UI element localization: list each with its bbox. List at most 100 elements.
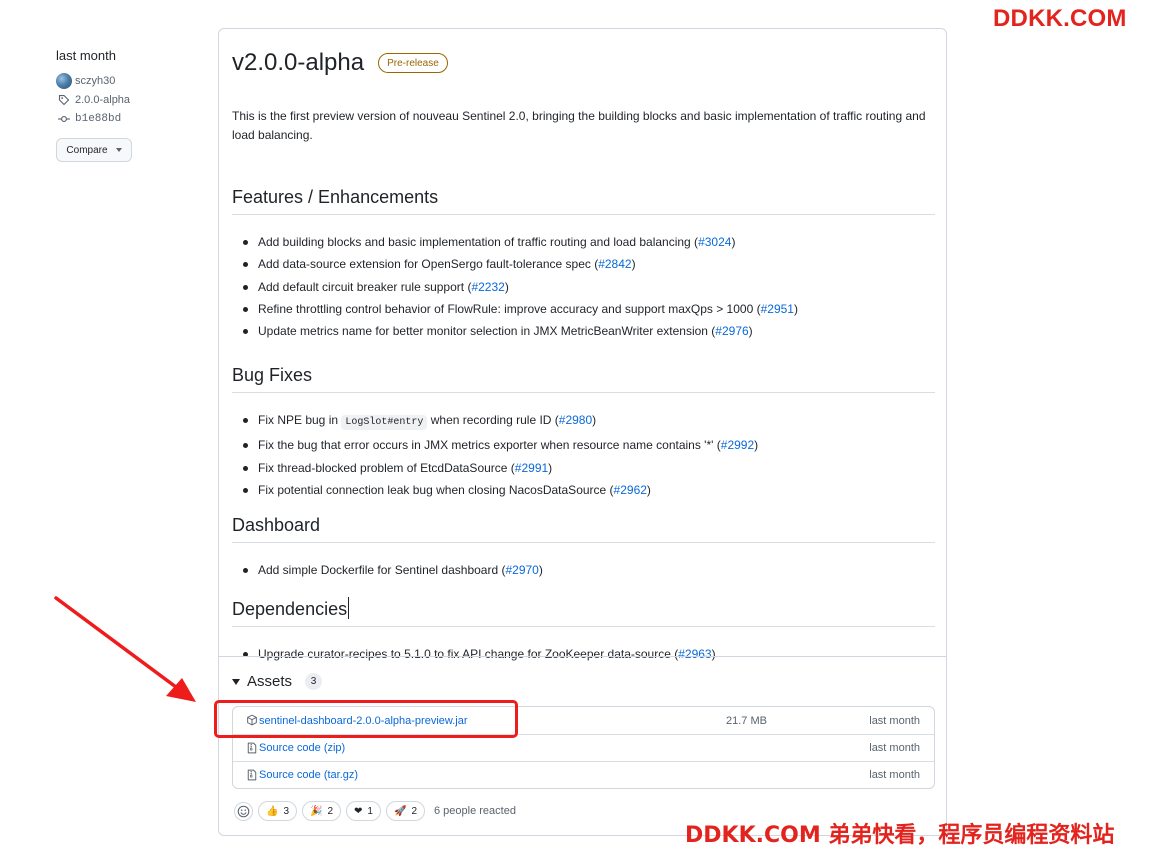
asset-link[interactable]: Source code (zip)	[259, 742, 345, 754]
release-section: Features / Enhancements Add building bloc…	[232, 187, 935, 342]
list-item: Fix thread-blocked problem of EtcdDataSo…	[232, 457, 935, 479]
item-text-tail: )	[646, 482, 651, 497]
item-text: Fix potential connection leak bug when c…	[258, 482, 614, 497]
list-item: Add default circuit breaker rule support…	[232, 276, 935, 298]
list-item: Add building blocks and basic implementa…	[232, 231, 935, 253]
item-text: Fix NPE bug in	[258, 413, 342, 427]
commit-icon	[56, 111, 72, 127]
asset-link[interactable]: Source code (tar.gz)	[259, 769, 358, 781]
file-zip-icon	[247, 742, 257, 754]
asset-date: last month	[869, 769, 920, 781]
rocket-icon: 🚀	[393, 805, 407, 817]
asset-date: last month	[869, 742, 920, 754]
item-text-tail: )	[793, 301, 798, 316]
issue-link[interactable]: #2962	[614, 483, 647, 497]
author-name[interactable]: sczyh30	[75, 75, 115, 87]
asset-row[interactable]: Source code (tar.gz) last month	[233, 761, 934, 788]
triangle-down-icon	[232, 678, 240, 685]
item-text: Add building blocks and basic implementa…	[258, 235, 699, 249]
item-text: Add simple Dockerfile for Sentinel dashb…	[258, 563, 506, 577]
compare-label: Compare	[66, 144, 108, 156]
issue-link[interactable]: #2980	[559, 413, 592, 427]
add-reaction-button[interactable]	[234, 801, 253, 821]
item-text-tail: )	[711, 647, 716, 661]
release-intro: This is the first preview version of nou…	[232, 109, 926, 142]
issue-link[interactable]: #2232	[471, 280, 504, 294]
reactions-bar: 👍 3 🎉 2 ❤ 1 🚀 2 6 people reacted	[234, 801, 516, 821]
reaction-count: 1	[367, 805, 373, 817]
issue-link[interactable]: #2951	[761, 302, 794, 316]
release-notes: This is the first preview version of nou…	[232, 107, 935, 661]
heart-icon: ❤	[354, 805, 363, 817]
issue-link[interactable]: #2970	[505, 563, 538, 577]
avatar[interactable]	[56, 72, 72, 89]
list-item: Add simple Dockerfile for Sentinel dashb…	[232, 559, 935, 581]
release-section: Dashboard Add simple Dockerfile for Senti…	[232, 515, 935, 581]
commit-row[interactable]: b1e88bd	[56, 109, 206, 128]
item-text: when recording rule ID (	[427, 413, 559, 427]
item-text: Add default circuit breaker rule support…	[258, 279, 472, 294]
assets-toggle[interactable]: Assets 3	[232, 673, 323, 690]
issue-link[interactable]: #3024	[698, 235, 731, 249]
tag-name[interactable]: 2.0.0-alpha	[75, 94, 130, 106]
assets-count-badge: 3	[305, 673, 323, 690]
asset-format[interactable]: (tar.gz)	[321, 769, 358, 781]
asset-name[interactable]: Source code	[259, 742, 321, 754]
pre-release-badge: Pre-release	[378, 53, 448, 73]
release-header: v2.0.0-alpha Pre-release	[232, 49, 448, 77]
asset-row[interactable]: Source code (zip) last month	[233, 734, 934, 761]
item-text-tail: )	[754, 438, 759, 453]
list-item: Add data-source extension for OpenSergo …	[232, 253, 935, 275]
item-text: Fix thread-blocked problem of EtcdDataSo…	[258, 460, 515, 475]
issue-link[interactable]: #2991	[515, 461, 548, 475]
item-text: Fix the bug that error occurs in JMX met…	[258, 438, 721, 453]
asset-format[interactable]: (zip)	[321, 742, 345, 754]
smiley-icon	[237, 805, 250, 817]
tag-row[interactable]: 2.0.0-alpha	[56, 90, 206, 109]
release-date: last month	[56, 48, 116, 63]
issue-link[interactable]: #2976	[715, 324, 748, 338]
list-item: Fix potential connection leak bug when c…	[232, 479, 935, 501]
reaction-button[interactable]: 👍 3	[258, 801, 298, 821]
release-section: Bug Fixes Fix NPE bug in LogSlot#entry wh…	[232, 365, 935, 501]
issue-link[interactable]: #2963	[678, 647, 711, 661]
item-text-tail: )	[548, 460, 553, 475]
compare-button[interactable]: Compare	[56, 138, 132, 162]
item-text: Refine throttling control behavior of Fl…	[258, 301, 761, 316]
issue-link[interactable]: #2842	[598, 257, 631, 271]
list-item: Refine throttling control behavior of Fl…	[232, 298, 935, 320]
issue-link[interactable]: #2992	[721, 438, 754, 452]
item-text-tail: )	[504, 279, 509, 294]
commit-sha[interactable]: b1e88bd	[75, 113, 121, 125]
section-heading: Bug Fixes	[232, 365, 935, 393]
assets-title: Assets	[247, 673, 293, 690]
reaction-button[interactable]: 🎉 2	[302, 801, 342, 821]
thumbs-up-icon: 👍	[266, 805, 279, 817]
text-cursor	[348, 597, 350, 619]
item-text-tail: )	[538, 563, 543, 577]
item-text-tail: )	[731, 235, 736, 249]
asset-date: last month	[869, 714, 920, 727]
item-text: Update metrics name for better monitor s…	[258, 324, 716, 339]
item-text-tail: )	[748, 324, 753, 339]
item-text-tail: )	[592, 413, 597, 427]
author-row[interactable]: sczyh30	[56, 71, 206, 90]
reaction-button[interactable]: ❤ 1	[346, 801, 381, 821]
file-zip-icon	[247, 769, 257, 781]
section-heading: Features / Enhancements	[232, 187, 935, 215]
reaction-count: 3	[283, 805, 290, 817]
item-text: Upgrade curator-recipes to 5.1.0 to fix …	[258, 647, 679, 661]
item-text-tail: )	[631, 257, 636, 272]
item-text: Add data-source extension for OpenSergo …	[258, 257, 599, 272]
release-title[interactable]: v2.0.0-alpha	[232, 49, 364, 77]
reactions-summary: 6 people reacted	[434, 805, 516, 817]
tag-icon	[56, 92, 72, 108]
release-meta: last month sczyh30 2.0.0-alpha b1e88bd C…	[56, 48, 206, 162]
reaction-button[interactable]: 🚀 2	[385, 801, 425, 821]
asset-size: 21.7 MB	[726, 714, 767, 727]
section-list: Add simple Dockerfile for Sentinel dashb…	[232, 559, 935, 581]
asset-name[interactable]: Source code	[259, 769, 321, 781]
asset-highlight-box	[214, 700, 518, 738]
watermark-bottom: DDKK.COM 弟弟快看，程序员编程资料站	[685, 823, 1115, 845]
list-item: Fix NPE bug in LogSlot#entry when record…	[232, 409, 935, 434]
